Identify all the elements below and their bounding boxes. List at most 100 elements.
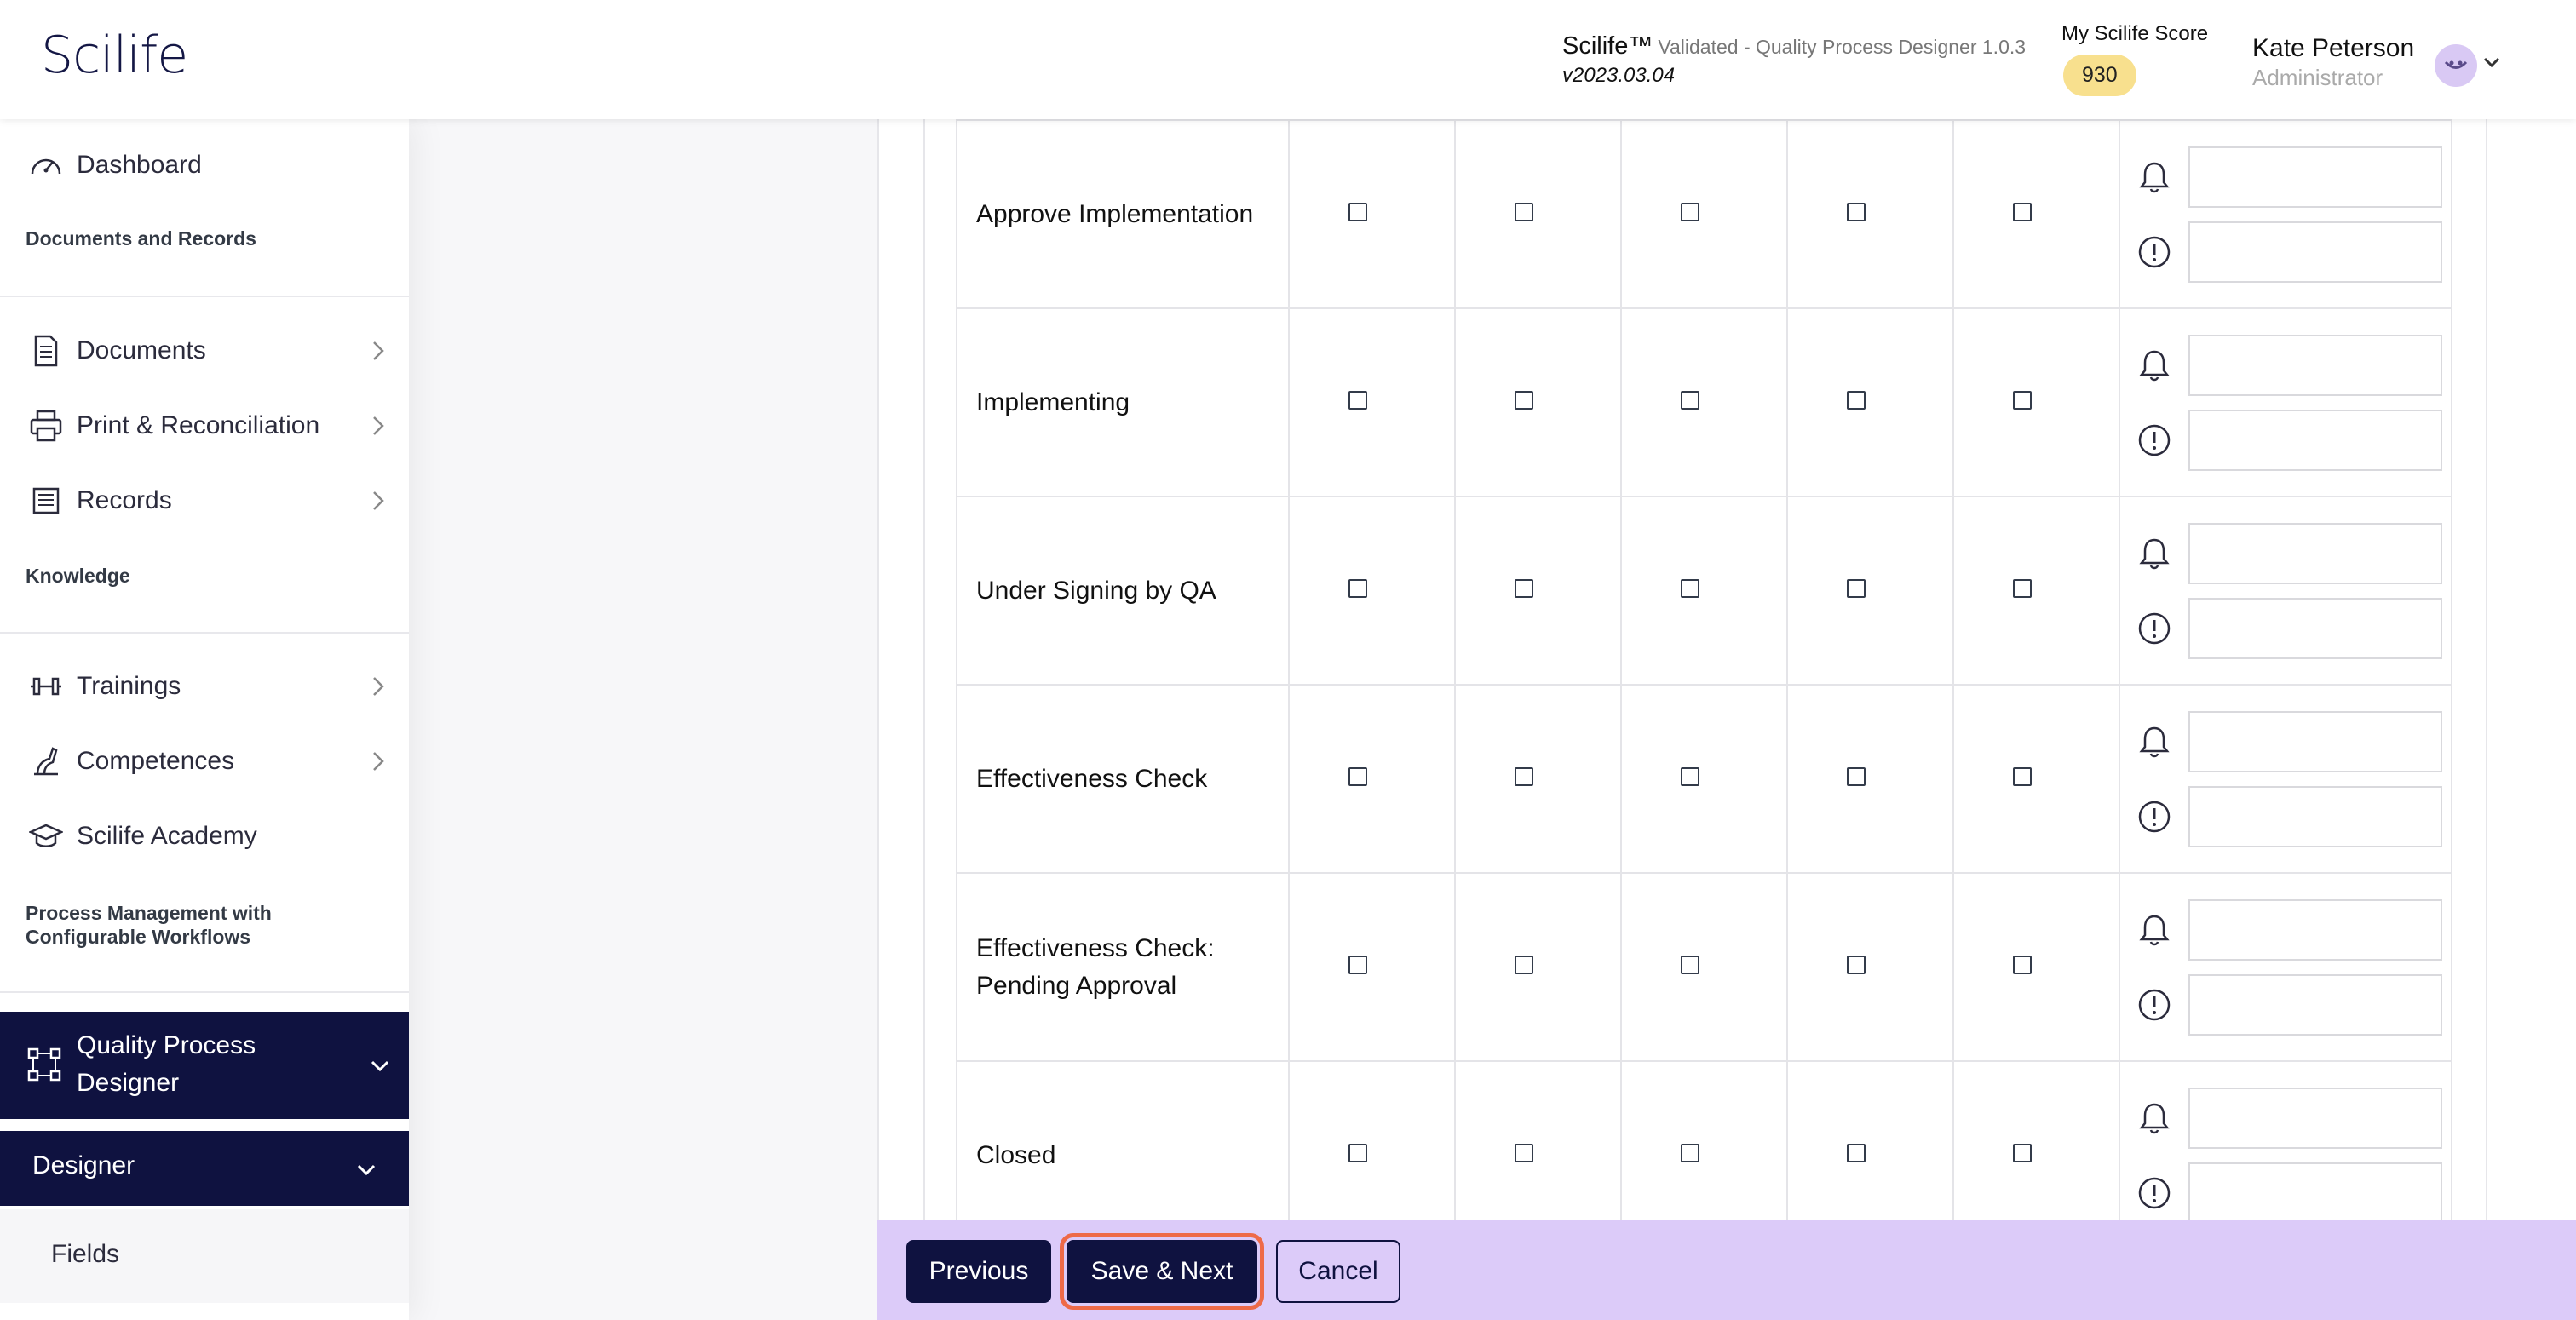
sidebar-section-process: Process Management with Configurable Wor…: [26, 902, 272, 948]
scilife-logo[interactable]: Scilife: [41, 26, 188, 85]
sidebar-item-competences[interactable]: Competences: [0, 727, 409, 795]
permission-checkbox[interactable]: [1514, 579, 1533, 598]
notification-input[interactable]: [2188, 522, 2442, 584]
document-icon: [27, 332, 65, 370]
permission-checkbox[interactable]: [1680, 956, 1699, 974]
permission-cell: [1454, 307, 1622, 497]
cancel-button[interactable]: Cancel: [1276, 1240, 1400, 1303]
notification-cell: [2119, 307, 2452, 497]
chevron-down-icon[interactable]: [2482, 56, 2501, 68]
permission-checkbox[interactable]: [1348, 767, 1367, 786]
permission-checkbox[interactable]: [1846, 1144, 1866, 1162]
bell-icon: [2120, 725, 2188, 759]
permission-checkbox[interactable]: [1514, 767, 1533, 786]
permission-cell: [1288, 496, 1456, 686]
permission-checkbox[interactable]: [2012, 1144, 2032, 1162]
notification-input[interactable]: [2188, 710, 2442, 772]
permission-cell: [1786, 496, 1954, 686]
wizard-footer: Previous Save & Next Cancel: [877, 1220, 2576, 1320]
notification-input[interactable]: [2188, 334, 2442, 396]
permission-checkbox[interactable]: [1348, 579, 1367, 598]
sidebar-item-documents[interactable]: Documents: [0, 317, 409, 385]
permission-checkbox[interactable]: [1348, 203, 1367, 221]
permission-checkbox[interactable]: [2012, 579, 2032, 598]
sidebar-item-designer[interactable]: Designer: [0, 1131, 409, 1206]
dumbbell-icon: [27, 668, 65, 705]
permission-checkbox[interactable]: [2012, 767, 2032, 786]
alert-icon: [2120, 423, 2188, 457]
top-header: Scilife Scilife™ Validated - Quality Proc…: [0, 0, 2576, 119]
sidebar-item-academy[interactable]: Scilife Academy: [0, 802, 409, 870]
bell-icon: [2120, 348, 2188, 382]
avatar-face-icon: [2444, 60, 2468, 69]
permission-checkbox[interactable]: [1846, 203, 1866, 221]
permission-checkbox[interactable]: [1514, 1144, 1533, 1162]
notification-input[interactable]: [2188, 146, 2442, 208]
sidebar-item-label: Records: [77, 486, 172, 514]
permission-checkbox[interactable]: [1348, 391, 1367, 410]
table-row: Implementing: [956, 307, 2452, 497]
status-label: Under Signing by QA: [956, 496, 1290, 686]
notification-input[interactable]: [2188, 898, 2442, 961]
permission-checkbox[interactable]: [1514, 391, 1533, 410]
permission-checkbox[interactable]: [1514, 203, 1533, 221]
alert-input[interactable]: [2188, 221, 2442, 283]
permission-cell: [1620, 872, 1788, 1062]
sidebar-item-quality-process-designer[interactable]: Quality Process Designer: [0, 1012, 409, 1119]
permission-checkbox[interactable]: [1680, 767, 1699, 786]
score-badge: 930: [2063, 55, 2136, 96]
sidebar-divider: [0, 296, 409, 297]
permission-checkbox[interactable]: [1348, 956, 1367, 974]
permission-checkbox[interactable]: [1846, 391, 1866, 410]
scilife-score[interactable]: My Scilife Score 930: [2061, 22, 2208, 96]
sidebar-item-dashboard[interactable]: Dashboard: [0, 131, 409, 199]
sidebar-item-label: Print & Reconciliation: [77, 411, 320, 439]
permission-checkbox[interactable]: [2012, 956, 2032, 974]
alert-input[interactable]: [2188, 1162, 2442, 1224]
permission-checkbox[interactable]: [1680, 579, 1699, 598]
permission-checkbox[interactable]: [1846, 579, 1866, 598]
permission-checkbox[interactable]: [1680, 203, 1699, 221]
alert-input[interactable]: [2188, 597, 2442, 659]
chevron-right-icon: [373, 491, 384, 510]
sidebar-item-label: Competences: [77, 747, 235, 775]
permission-checkbox[interactable]: [2012, 391, 2032, 410]
sidebar-divider: [0, 991, 409, 993]
alert-icon: [2120, 1176, 2188, 1210]
sidebar-item-trainings[interactable]: Trainings: [0, 652, 409, 720]
permission-cell: [1620, 684, 1788, 874]
permission-checkbox[interactable]: [1680, 1144, 1699, 1162]
alert-input[interactable]: [2188, 409, 2442, 471]
permission-checkbox[interactable]: [1514, 956, 1533, 974]
permission-cell: [1952, 872, 2120, 1062]
save-next-button[interactable]: Save & Next: [1060, 1233, 1264, 1310]
sidebar-divider: [0, 632, 409, 634]
notification-input[interactable]: [2188, 1087, 2442, 1149]
previous-button[interactable]: Previous: [906, 1240, 1051, 1303]
alert-input[interactable]: [2188, 973, 2442, 1036]
sidebar-item-label: Quality Process Designer: [77, 1031, 256, 1097]
avatar[interactable]: [2435, 44, 2477, 87]
bell-icon: [2120, 913, 2188, 947]
sidebar-subitem-fields[interactable]: Fields: [0, 1209, 409, 1303]
permission-checkbox[interactable]: [1348, 1144, 1367, 1162]
permission-checkbox[interactable]: [1680, 391, 1699, 410]
permission-cell: [1454, 872, 1622, 1062]
notification-cell: [2119, 684, 2452, 874]
permission-checkbox[interactable]: [2012, 203, 2032, 221]
sidebar-item-label: Designer: [32, 1151, 135, 1179]
permission-checkbox[interactable]: [1846, 767, 1866, 786]
alert-input[interactable]: [2188, 785, 2442, 847]
chevron-right-icon: [373, 752, 384, 771]
status-label: Effectiveness Check: Pending Approval: [956, 872, 1290, 1062]
permission-checkbox[interactable]: [1846, 956, 1866, 974]
app-brand: Scilife™: [1562, 32, 1653, 60]
alert-icon: [2120, 800, 2188, 834]
user-menu[interactable]: Kate Peterson Administrator: [2252, 34, 2414, 91]
permission-cell: [1952, 684, 2120, 874]
sidebar-item-records[interactable]: Records: [0, 467, 409, 535]
sidebar-item-print[interactable]: Print & Reconciliation: [0, 392, 409, 460]
permission-cell: [1288, 872, 1456, 1062]
status-permission-matrix: Approve Implementation Implementing Under …: [956, 119, 2452, 1250]
bell-icon: [2120, 537, 2188, 571]
